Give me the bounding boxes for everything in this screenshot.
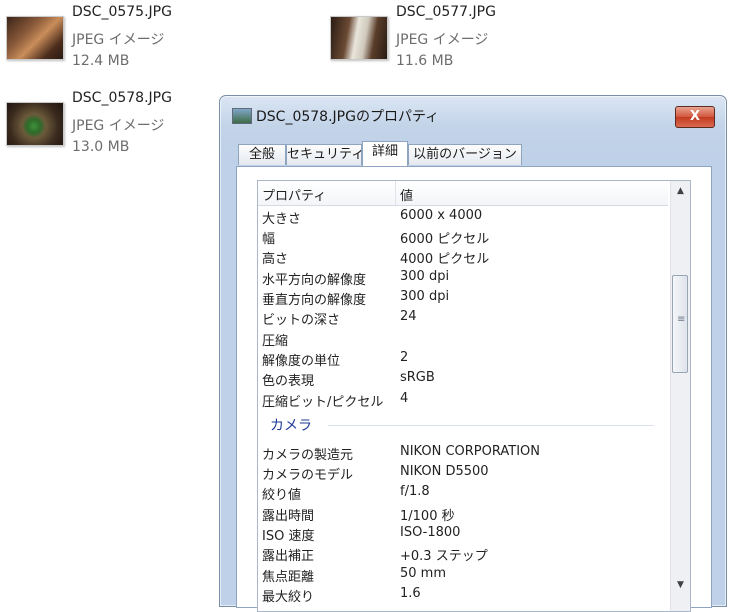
- file-item[interactable]: DSC_0578.JPG JPEG イメージ 13.0 MB: [6, 88, 196, 158]
- property-row[interactable]: 大きさ 6000 x 4000: [258, 207, 668, 227]
- property-row[interactable]: 水平方向の解像度 300 dpi: [258, 268, 668, 288]
- tab-security[interactable]: セキュリティ: [286, 144, 364, 165]
- property-value: 4: [400, 391, 409, 406]
- property-row[interactable]: 焦点距離 50 mm: [258, 565, 668, 585]
- list-header: プロパティ 値: [258, 181, 668, 206]
- file-thumbnail: [330, 16, 388, 60]
- column-divider[interactable]: [395, 181, 396, 205]
- dialog-titlebar[interactable]: DSC_0578.JPGのプロパティ X: [220, 96, 726, 136]
- scroll-down-arrow-icon[interactable]: ▼: [671, 577, 690, 593]
- property-row[interactable]: 圧縮: [258, 329, 668, 349]
- section-header-camera: カメラ: [258, 414, 668, 436]
- property-name: 垂直方向の解像度: [262, 293, 367, 308]
- details-panel: プロパティ 値 大きさ 6000 x 4000 幅 6000 ピクセル 高さ 4…: [236, 166, 712, 612]
- property-row[interactable]: 垂直方向の解像度 300 dpi: [258, 288, 668, 308]
- property-value: 1/100 秒: [400, 509, 455, 524]
- property-name: 高さ: [262, 252, 289, 267]
- property-list[interactable]: プロパティ 値 大きさ 6000 x 4000 幅 6000 ピクセル 高さ 4…: [257, 180, 691, 612]
- property-value: 6000 ピクセル: [400, 232, 490, 247]
- properties-dialog: DSC_0578.JPGのプロパティ X 全般 セキュリティ 詳細 以前のバージ…: [219, 95, 727, 612]
- property-name: カメラの製造元: [262, 448, 354, 463]
- property-name: 水平方向の解像度: [262, 273, 367, 288]
- vertical-scrollbar[interactable]: ▲ ≡ ▼: [670, 181, 690, 611]
- property-name: 焦点距離: [262, 570, 315, 585]
- property-row[interactable]: ビットの深さ 24: [258, 308, 668, 328]
- dialog-title: DSC_0578.JPGのプロパティ: [256, 109, 440, 125]
- tab-previous-versions[interactable]: 以前のバージョン: [408, 144, 522, 165]
- close-button[interactable]: X: [675, 106, 715, 128]
- property-name: 圧縮ビット/ピクセル: [262, 395, 384, 410]
- property-value: 1.6: [400, 586, 421, 601]
- property-value: 50 mm: [400, 566, 447, 581]
- scroll-thumb[interactable]: ≡: [672, 275, 688, 373]
- file-thumbnail: [6, 16, 64, 60]
- property-name: ISO 速度: [262, 529, 315, 544]
- file-explorer: DSC_0575.JPG JPEG イメージ 12.4 MB DSC_0577.…: [0, 0, 750, 612]
- tab-general[interactable]: 全般: [238, 144, 286, 165]
- property-value: 300 dpi: [400, 269, 450, 284]
- property-name: 最大絞り: [262, 590, 315, 605]
- property-name: 大きさ: [262, 212, 302, 227]
- property-row[interactable]: 露出時間 1/100 秒: [258, 504, 668, 524]
- grip-icon: ≡: [677, 314, 686, 325]
- property-name: カメラのモデル: [262, 468, 354, 483]
- column-header-value[interactable]: 値: [400, 185, 413, 204]
- property-name: 解像度の単位: [262, 354, 341, 369]
- file-size: 13.0 MB: [72, 139, 130, 155]
- property-name: 露出補正: [262, 549, 315, 564]
- property-value: 6000 x 4000: [400, 208, 483, 223]
- property-row[interactable]: 色の表現 sRGB: [258, 369, 668, 389]
- file-size: 11.6 MB: [396, 53, 454, 69]
- property-value: 2: [400, 350, 409, 365]
- property-value: ISO-1800: [400, 525, 461, 540]
- file-item[interactable]: DSC_0577.JPG JPEG イメージ 11.6 MB: [330, 2, 520, 72]
- scroll-up-arrow-icon[interactable]: ▲: [671, 183, 690, 199]
- property-value: NIKON CORPORATION: [400, 444, 540, 459]
- property-value: 300 dpi: [400, 289, 450, 304]
- property-row[interactable]: カメラのモデル NIKON D5500: [258, 463, 668, 483]
- property-name: ビットの深さ: [262, 313, 341, 328]
- file-type: JPEG イメージ: [396, 32, 489, 48]
- tab-details[interactable]: 詳細: [362, 141, 408, 166]
- file-size: 12.4 MB: [72, 53, 130, 69]
- property-row[interactable]: 幅 6000 ピクセル: [258, 227, 668, 247]
- file-thumbnail: [6, 102, 64, 146]
- property-name: 絞り値: [262, 488, 302, 503]
- file-name: DSC_0577.JPG: [396, 4, 496, 20]
- property-row[interactable]: 最大絞り 1.6: [258, 585, 668, 605]
- property-row[interactable]: カメラの製造元 NIKON CORPORATION: [258, 443, 668, 463]
- image-file-icon: [232, 108, 252, 124]
- section-divider: [328, 425, 654, 426]
- file-item[interactable]: DSC_0575.JPG JPEG イメージ 12.4 MB: [6, 2, 196, 72]
- property-value: sRGB: [400, 370, 435, 385]
- file-name: DSC_0575.JPG: [72, 4, 172, 20]
- property-row[interactable]: ISO 速度 ISO-1800: [258, 524, 668, 544]
- file-type: JPEG イメージ: [72, 32, 165, 48]
- property-name: 色の表現: [262, 374, 315, 389]
- property-row[interactable]: 絞り値 f/1.8: [258, 483, 668, 503]
- property-value: 24: [400, 309, 417, 324]
- section-label: カメラ: [270, 418, 312, 434]
- property-value: 4000 ピクセル: [400, 252, 490, 267]
- property-row[interactable]: 高さ 4000 ピクセル: [258, 247, 668, 267]
- property-name: 露出時間: [262, 509, 315, 524]
- property-value: +0.3 ステップ: [400, 549, 488, 564]
- property-row[interactable]: 圧縮ビット/ピクセル 4: [258, 390, 668, 410]
- column-header-property[interactable]: プロパティ: [262, 185, 326, 204]
- property-row[interactable]: 露出補正 +0.3 ステップ: [258, 544, 668, 564]
- property-row[interactable]: 解像度の単位 2: [258, 349, 668, 369]
- file-type: JPEG イメージ: [72, 118, 165, 134]
- file-name: DSC_0578.JPG: [72, 90, 172, 106]
- property-name: 幅: [262, 232, 276, 247]
- property-value: NIKON D5500: [400, 464, 489, 479]
- property-value: f/1.8: [400, 484, 430, 499]
- property-name: 圧縮: [262, 334, 289, 349]
